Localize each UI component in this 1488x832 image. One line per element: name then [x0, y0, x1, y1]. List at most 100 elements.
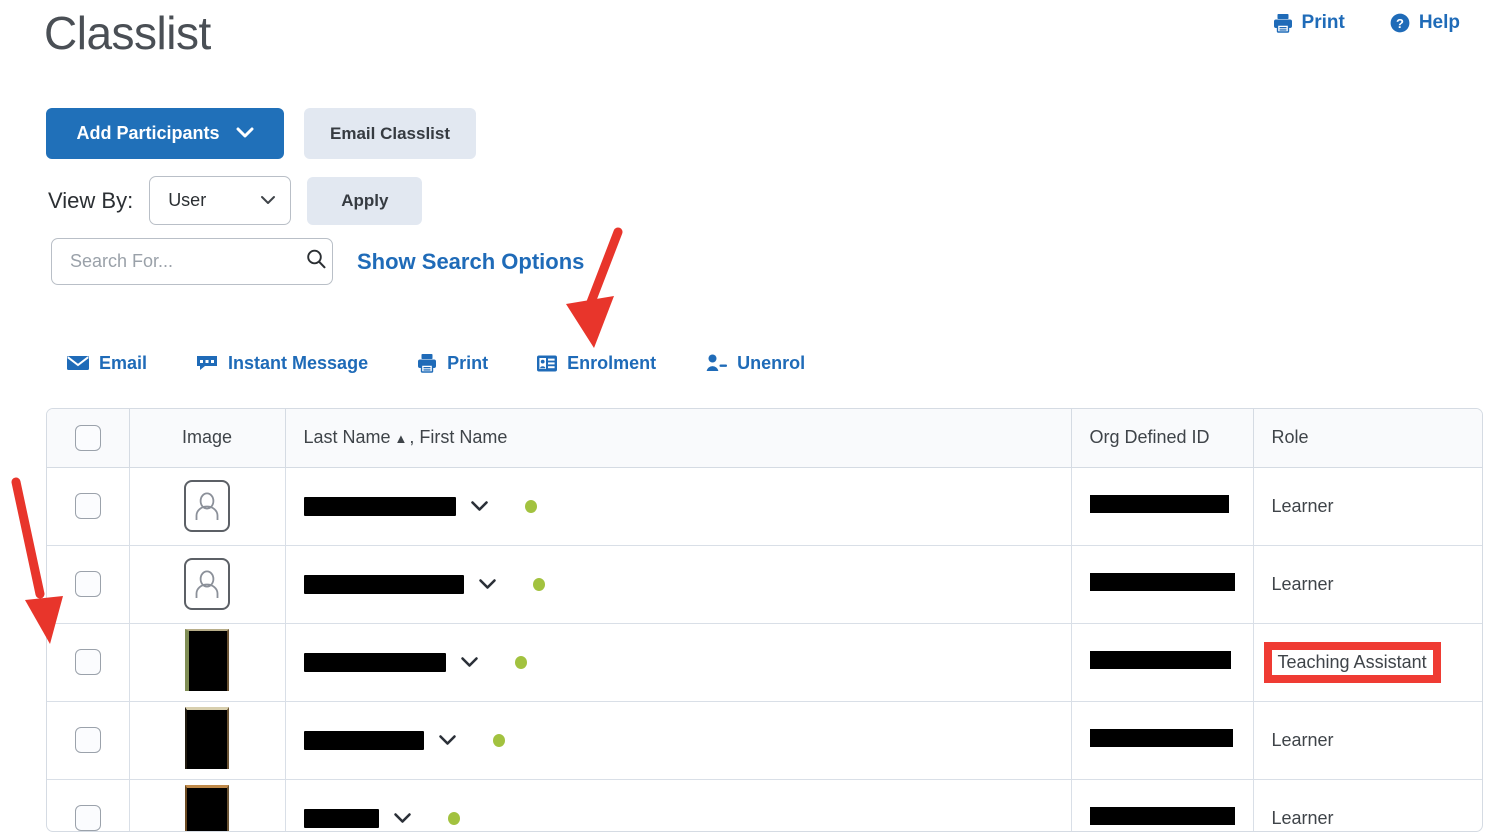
- classlist-page: Classlist Print ? Help Add Participants …: [0, 0, 1488, 832]
- toolbar-unenrol-label: Unenrol: [737, 352, 806, 373]
- row-name-cell: [285, 623, 1072, 702]
- primary-actions: Add Participants Email Classlist: [46, 108, 477, 159]
- envelope-icon: [66, 354, 90, 372]
- redacted-org-id: [1089, 728, 1233, 747]
- view-by-row: View By: User Apply: [48, 176, 423, 225]
- row-name-cell: [285, 467, 1072, 546]
- row-role-cell: Teaching Assistant: [1253, 623, 1482, 702]
- add-participants-button[interactable]: Add Participants: [46, 108, 284, 159]
- search-icon[interactable]: [304, 247, 328, 276]
- toolbar-print[interactable]: Print: [416, 352, 488, 374]
- table-row: Learner: [47, 467, 1482, 546]
- status-online-indicator: [532, 577, 545, 591]
- redacted-org-id: [1089, 494, 1229, 513]
- email-classlist-button[interactable]: Email Classlist: [304, 108, 477, 159]
- table-head: Image Last Name ▲, First Name Org Defined…: [47, 409, 1482, 468]
- chat-bubble-icon: [195, 354, 219, 372]
- row-checkbox[interactable]: [74, 493, 101, 519]
- column-header-image: Image: [129, 409, 286, 468]
- toolbar-instant-message[interactable]: Instant Message: [195, 353, 368, 374]
- toolbar-email[interactable]: Email: [66, 353, 147, 374]
- row-org-id-cell: [1071, 623, 1254, 702]
- table-row: Teaching Assistant: [47, 623, 1482, 702]
- row-org-id-cell: [1071, 467, 1254, 546]
- help-circle-icon: ?: [1389, 12, 1411, 34]
- table-row: Learner: [47, 701, 1482, 780]
- row-role-cell: Learner: [1271, 807, 1334, 828]
- table-header-row: Image Last Name ▲, First Name Org Defined…: [47, 409, 1482, 468]
- search-box[interactable]: [51, 238, 333, 285]
- column-header-name-label2: , First Name: [409, 427, 508, 448]
- avatar-placeholder-icon: [184, 480, 230, 532]
- toolbar-enrolment[interactable]: Enrolment: [536, 353, 656, 374]
- row-image-cell: [129, 701, 286, 780]
- chevron-down-icon[interactable]: [470, 500, 489, 512]
- printer-icon: [416, 352, 438, 374]
- column-header-role[interactable]: Role: [1253, 409, 1482, 468]
- redacted-name[interactable]: [303, 808, 379, 828]
- row-role-cell: Learner: [1253, 467, 1482, 546]
- chevron-down-icon: [260, 190, 276, 211]
- sort-ascending-icon: ▲: [394, 431, 408, 447]
- row-name-cell: [285, 779, 1072, 831]
- row-org-id-cell: [1071, 701, 1254, 780]
- table-row: Learner: [47, 545, 1482, 624]
- column-header-org-defined-id[interactable]: Org Defined ID: [1071, 409, 1254, 468]
- printer-icon: [1272, 12, 1294, 34]
- redacted-org-id: [1089, 806, 1235, 825]
- view-by-select[interactable]: User: [149, 176, 292, 225]
- search-row: Show Search Options: [51, 238, 584, 285]
- svg-text:?: ?: [1396, 16, 1404, 31]
- row-org-id-cell: [1071, 779, 1254, 831]
- redacted-name[interactable]: [303, 730, 424, 750]
- apply-button[interactable]: Apply: [307, 176, 423, 225]
- chevron-down-icon[interactable]: [393, 812, 412, 824]
- chevron-down-icon[interactable]: [438, 734, 457, 746]
- row-checkbox[interactable]: [74, 805, 101, 831]
- classlist-table: Image Last Name ▲, First Name Org Defined…: [47, 409, 1482, 831]
- row-actions-toolbar: Email Instant Message Print Enrolment Un…: [66, 352, 853, 374]
- search-input[interactable]: [68, 250, 304, 273]
- table-body: Learner Learner Teaching Assistant Learn…: [47, 467, 1482, 831]
- chevron-down-icon[interactable]: [478, 578, 497, 590]
- status-badge: Teaching Assistant: [1263, 641, 1441, 683]
- profile-photo-redacted: [185, 628, 229, 691]
- select-all-checkbox[interactable]: [74, 424, 101, 451]
- toolbar-enrolment-label: Enrolment: [567, 352, 657, 373]
- profile-photo-redacted: [185, 706, 229, 769]
- row-org-id-cell: [1071, 545, 1254, 624]
- status-online-indicator: [492, 733, 505, 747]
- row-image-cell: [129, 779, 286, 831]
- toolbar-unenrol[interactable]: Unenrol: [704, 353, 805, 374]
- help-link-label: Help: [1418, 12, 1460, 33]
- user-minus-icon: [704, 353, 728, 373]
- toolbar-print-label: Print: [447, 352, 489, 373]
- row-select-cell: [47, 545, 130, 624]
- classlist-table-wrapper: Image Last Name ▲, First Name Org Defined…: [46, 408, 1483, 832]
- row-name-cell: [285, 701, 1072, 780]
- profile-photo-redacted: [185, 784, 229, 831]
- chevron-down-icon[interactable]: [460, 656, 479, 668]
- column-header-name[interactable]: Last Name ▲, First Name: [285, 409, 1072, 468]
- redacted-name[interactable]: [303, 496, 456, 516]
- toolbar-email-label: Email: [99, 352, 148, 373]
- row-checkbox[interactable]: [74, 727, 101, 753]
- show-search-options-link[interactable]: Show Search Options: [357, 249, 584, 275]
- row-image-cell: [129, 467, 286, 546]
- redacted-name[interactable]: [303, 652, 446, 672]
- row-image-cell: [129, 545, 286, 624]
- redacted-name[interactable]: [303, 574, 464, 594]
- help-link[interactable]: ? Help: [1389, 12, 1460, 34]
- row-select-cell: [47, 701, 130, 780]
- status-online-indicator: [524, 499, 537, 513]
- row-checkbox[interactable]: [74, 649, 101, 675]
- view-by-value: User: [168, 190, 207, 210]
- row-image-cell: [129, 623, 286, 702]
- print-link[interactable]: Print: [1272, 12, 1345, 34]
- add-participants-label: Add Participants: [76, 123, 220, 143]
- page-title: Classlist: [44, 7, 211, 59]
- row-checkbox[interactable]: [74, 571, 101, 597]
- row-select-cell: [47, 623, 130, 702]
- header-links: Print ? Help: [1272, 12, 1460, 34]
- row-select-cell: [47, 467, 130, 546]
